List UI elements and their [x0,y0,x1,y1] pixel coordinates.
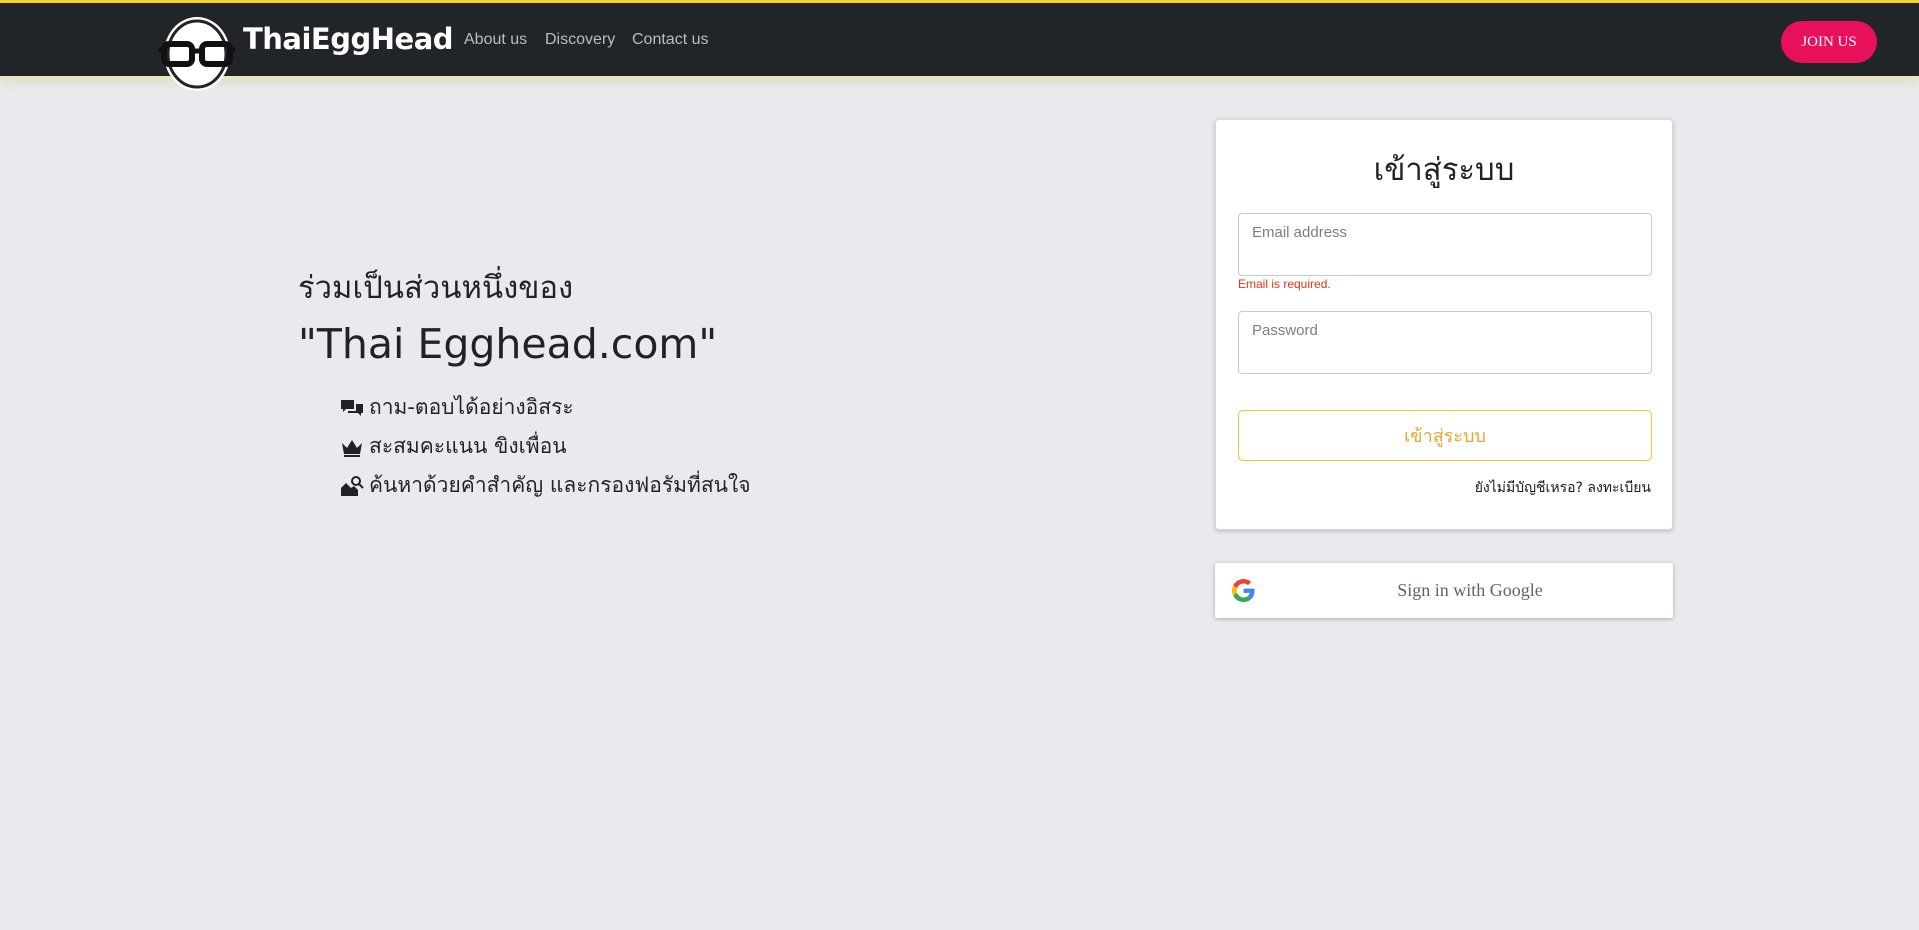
feature-item: ค้นหาด้วยคำสำคัญ และกรองฟอรัมที่สนใจ [340,469,751,502]
nav-link-discovery[interactable]: Discovery [545,31,615,49]
password-field[interactable] [1238,311,1652,374]
register-link[interactable]: ยังไม่มีบัญชีเหรอ? ลงทะเบียน [1475,477,1651,499]
password-input[interactable] [1239,312,1651,339]
email-field[interactable] [1238,213,1652,276]
chat-bubbles-icon [341,399,363,416]
hero-title: "Thai Egghead.com" [298,320,718,368]
nav-link-contact[interactable]: Contact us [632,31,708,49]
crown-icon [342,439,362,457]
brand-name[interactable]: ThaiEggHead [243,22,454,56]
login-card: เข้าสู่ระบบ Email is required. เข้าสู่ระ… [1215,119,1673,530]
search-filter-icon [341,475,364,496]
google-signin-button[interactable]: Sign in with Google [1215,563,1673,618]
feature-text: ค้นหาด้วยคำสำคัญ และกรองฟอรัมที่สนใจ [369,473,751,497]
feature-item: ถาม-ตอบได้อย่างอิสระ [340,391,574,424]
login-title: เข้าสู่ระบบ [1373,152,1515,188]
top-navbar: ThaiEggHead About us Discovery Contact u… [0,0,1919,91]
feature-item: สะสมคะแนน ขิงเพื่อน [340,430,567,463]
login-submit-button[interactable]: เข้าสู่ระบบ [1238,410,1652,461]
hero-subtitle: ร่วมเป็นส่วนหนึ่งของ [298,270,574,306]
feature-text: ถาม-ตอบได้อย่างอิสระ [369,395,574,419]
email-error-message: Email is required. [1238,277,1331,291]
join-us-button[interactable]: JOIN US [1781,21,1877,63]
feature-text: สะสมคะแนน ขิงเพื่อน [369,434,567,458]
google-signin-label: Sign in with Google [1397,580,1543,600]
egghead-logo-icon[interactable] [157,11,237,93]
email-input[interactable] [1239,214,1651,241]
nav-link-about[interactable]: About us [464,31,527,49]
